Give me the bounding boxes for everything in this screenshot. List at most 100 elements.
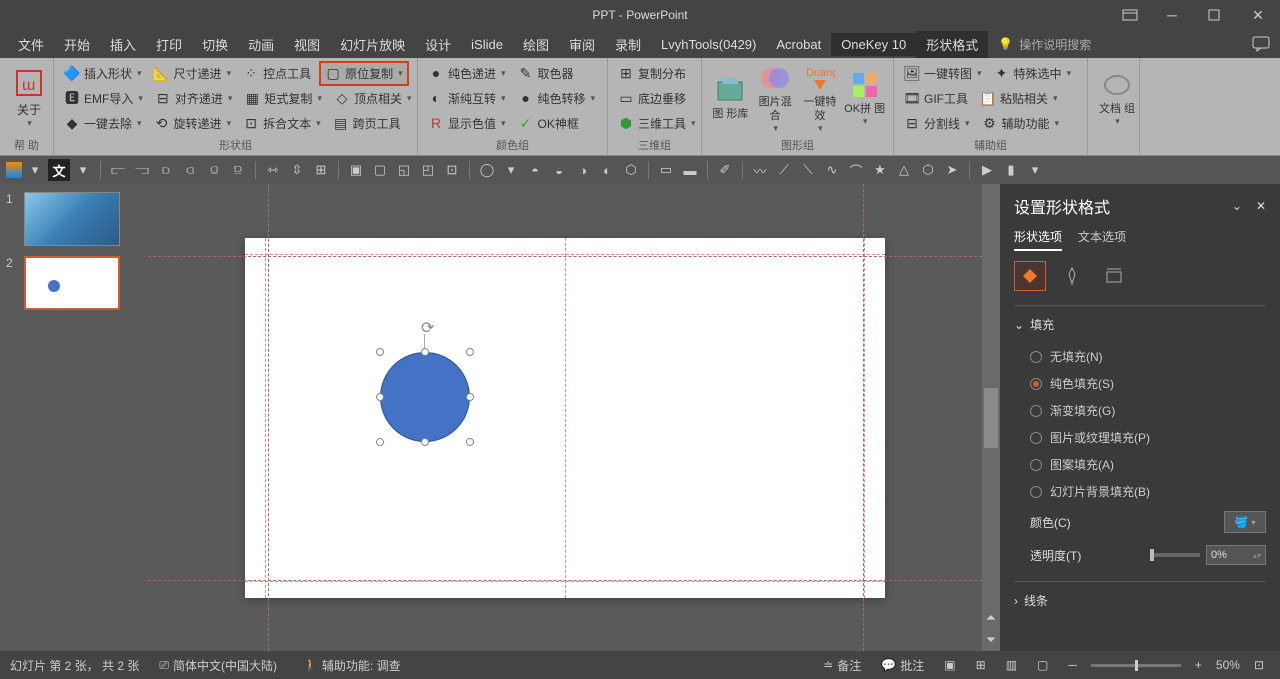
- fill-section-header[interactable]: ⌄填充: [1014, 316, 1266, 333]
- thumbnail-1[interactable]: 1: [6, 192, 142, 246]
- qb-rect-icon[interactable]: ▭: [655, 159, 677, 181]
- show-color-button[interactable]: R显示色值▾: [424, 113, 510, 134]
- qb-layer-icon[interactable]: ▮: [1000, 159, 1022, 181]
- fill-slidebg-radio[interactable]: 幻灯片背景填充(B): [1014, 478, 1266, 505]
- emf-import-button[interactable]: 🅴EMF导入▾: [60, 88, 147, 109]
- zoom-in-button[interactable]: +: [1189, 656, 1208, 674]
- menu-lvyhtools[interactable]: LvyhTools(0429): [651, 33, 766, 56]
- transparency-input[interactable]: 0%▴▾: [1206, 545, 1266, 565]
- qb-backward-icon[interactable]: ◰: [417, 159, 439, 181]
- slide-thumbnail-panel[interactable]: 1 2: [0, 184, 148, 651]
- rotation-handle-icon[interactable]: ⟳: [421, 318, 437, 334]
- qb-tri-icon[interactable]: △: [893, 159, 915, 181]
- fill-gradient-radio[interactable]: 渐变填充(G): [1014, 397, 1266, 424]
- line-section-header[interactable]: ›线条: [1014, 592, 1266, 609]
- 3d-tools-button[interactable]: ⬢三维工具▾: [614, 113, 700, 134]
- qb-dd2[interactable]: ▾: [72, 159, 94, 181]
- ok-frame-button[interactable]: ✓OK神框: [514, 113, 583, 134]
- next-slide-icon[interactable]: ⏷: [980, 629, 1002, 651]
- handle-sw[interactable]: [376, 438, 384, 446]
- oval-shape[interactable]: ⟳: [380, 352, 470, 442]
- doc-group-button[interactable]: 文档 组▾: [1094, 61, 1140, 135]
- image-blend-button[interactable]: 图片混 合▾: [753, 61, 798, 135]
- qb-forward-icon[interactable]: ◱: [393, 159, 415, 181]
- menu-file[interactable]: 文件: [8, 31, 54, 58]
- menu-review[interactable]: 审阅: [559, 31, 605, 58]
- qb-merge2-icon[interactable]: ◒: [548, 159, 570, 181]
- tab-text-options[interactable]: 文本选项: [1078, 228, 1126, 251]
- minimize-button[interactable]: ─: [1152, 1, 1192, 29]
- split-text-button[interactable]: ⊡拆合文本▾: [239, 113, 325, 134]
- fill-color-picker[interactable]: 🪣▾: [1224, 511, 1266, 533]
- qb-free1-icon[interactable]: 〰: [749, 159, 771, 181]
- qb-curve-icon[interactable]: ∿: [821, 159, 843, 181]
- qb-vid-icon[interactable]: ▶: [976, 159, 998, 181]
- accessibility-button[interactable]: 🚶辅助功能: 调查: [297, 655, 407, 676]
- menu-print[interactable]: 打印: [146, 31, 192, 58]
- qb-back-icon[interactable]: ▢: [369, 159, 391, 181]
- fill-line-tab-icon[interactable]: [1014, 261, 1046, 291]
- handle-w[interactable]: [376, 393, 384, 401]
- menu-shape-format[interactable]: 形状格式: [916, 31, 988, 58]
- qb-edit-icon[interactable]: ✐: [714, 159, 736, 181]
- qb-free3-icon[interactable]: ⟍: [797, 159, 819, 181]
- zoom-out-button[interactable]: ─: [1062, 656, 1083, 674]
- special-select-button[interactable]: ✦特殊选中▾: [990, 63, 1076, 84]
- qb-group-icon[interactable]: ⊡: [441, 159, 463, 181]
- qb-shape1-icon[interactable]: ◯: [476, 159, 498, 181]
- qb-fill-icon[interactable]: [6, 162, 22, 178]
- qb-merge5-icon[interactable]: ⬡: [620, 159, 642, 181]
- cross-page-button[interactable]: ▤跨页工具: [329, 113, 405, 134]
- tab-shape-options[interactable]: 形状选项: [1014, 228, 1062, 251]
- panel-collapse-icon[interactable]: ⌄: [1232, 199, 1242, 213]
- qb-align-center-icon[interactable]: ⫎: [131, 159, 153, 181]
- in-place-copy-button[interactable]: ▢原位复制▾: [319, 61, 409, 86]
- slideshow-view-icon[interactable]: ▢: [1031, 656, 1054, 674]
- handle-ne[interactable]: [466, 348, 474, 356]
- normal-view-icon[interactable]: ▣: [938, 656, 961, 674]
- eyedropper-button[interactable]: ✎取色器: [514, 63, 578, 84]
- zoom-level[interactable]: 50%: [1216, 658, 1240, 672]
- fill-pattern-radio[interactable]: 图案填充(A): [1014, 451, 1266, 478]
- qb-merge3-icon[interactable]: ◑: [572, 159, 594, 181]
- qb-dd1[interactable]: ▾: [24, 159, 46, 181]
- menu-home[interactable]: 开始: [54, 31, 100, 58]
- vertex-related-button[interactable]: ◇顶点相关▾: [330, 88, 416, 109]
- control-point-button[interactable]: ⁘控点工具: [239, 63, 315, 84]
- qb-merge4-icon[interactable]: ◐: [596, 159, 618, 181]
- slide-counter[interactable]: 幻灯片 第 2 张， 共 2 张: [10, 657, 139, 674]
- slide-canvas-area[interactable]: ⟳: [148, 184, 982, 651]
- notes-button[interactable]: ≐备注: [817, 655, 867, 676]
- shape-lib-button[interactable]: 图 形库: [708, 61, 753, 135]
- panel-close-icon[interactable]: ✕: [1256, 199, 1266, 213]
- menu-design[interactable]: 设计: [415, 31, 461, 58]
- qb-text-icon[interactable]: 文: [48, 159, 70, 181]
- solid-transfer-button[interactable]: ●纯色转移▾: [514, 88, 600, 109]
- qb-front-icon[interactable]: ▣: [345, 159, 367, 181]
- qb-hex-icon[interactable]: ⬡: [917, 159, 939, 181]
- about-button[interactable]: ɯ 关于 ▾: [6, 61, 52, 135]
- close-button[interactable]: ✕: [1236, 1, 1280, 29]
- size-step-button[interactable]: 📐尺寸递进▾: [150, 63, 236, 84]
- menu-onekey[interactable]: OneKey 10: [831, 33, 916, 56]
- fill-none-radio[interactable]: 无填充(N): [1014, 343, 1266, 370]
- scroll-thumb[interactable]: [984, 388, 998, 448]
- menu-acrobat[interactable]: Acrobat: [766, 33, 831, 56]
- menu-transition[interactable]: 切换: [192, 31, 238, 58]
- qb-rect2-icon[interactable]: ▬: [679, 159, 701, 181]
- menu-draw[interactable]: 绘图: [513, 31, 559, 58]
- qb-align-left-icon[interactable]: ⫍: [107, 159, 129, 181]
- qb-shape2-icon[interactable]: ▾: [500, 159, 522, 181]
- size-tab-icon[interactable]: [1098, 261, 1130, 291]
- aux-features-button[interactable]: ⚙辅助功能▾: [978, 113, 1064, 134]
- maximize-button[interactable]: [1194, 1, 1234, 29]
- menu-insert[interactable]: 插入: [100, 31, 146, 58]
- copy-distribute-button[interactable]: ⊞复制分布: [614, 63, 690, 84]
- qb-more-icon[interactable]: ▾: [1024, 159, 1046, 181]
- qb-arc-icon[interactable]: ⌒: [845, 159, 867, 181]
- thumbnail-2[interactable]: 2: [6, 256, 142, 310]
- language-button[interactable]: ⎚简体中文(中国大陆): [153, 655, 283, 676]
- handle-se[interactable]: [466, 438, 474, 446]
- handle-s[interactable]: [421, 438, 429, 446]
- handle-e[interactable]: [466, 393, 474, 401]
